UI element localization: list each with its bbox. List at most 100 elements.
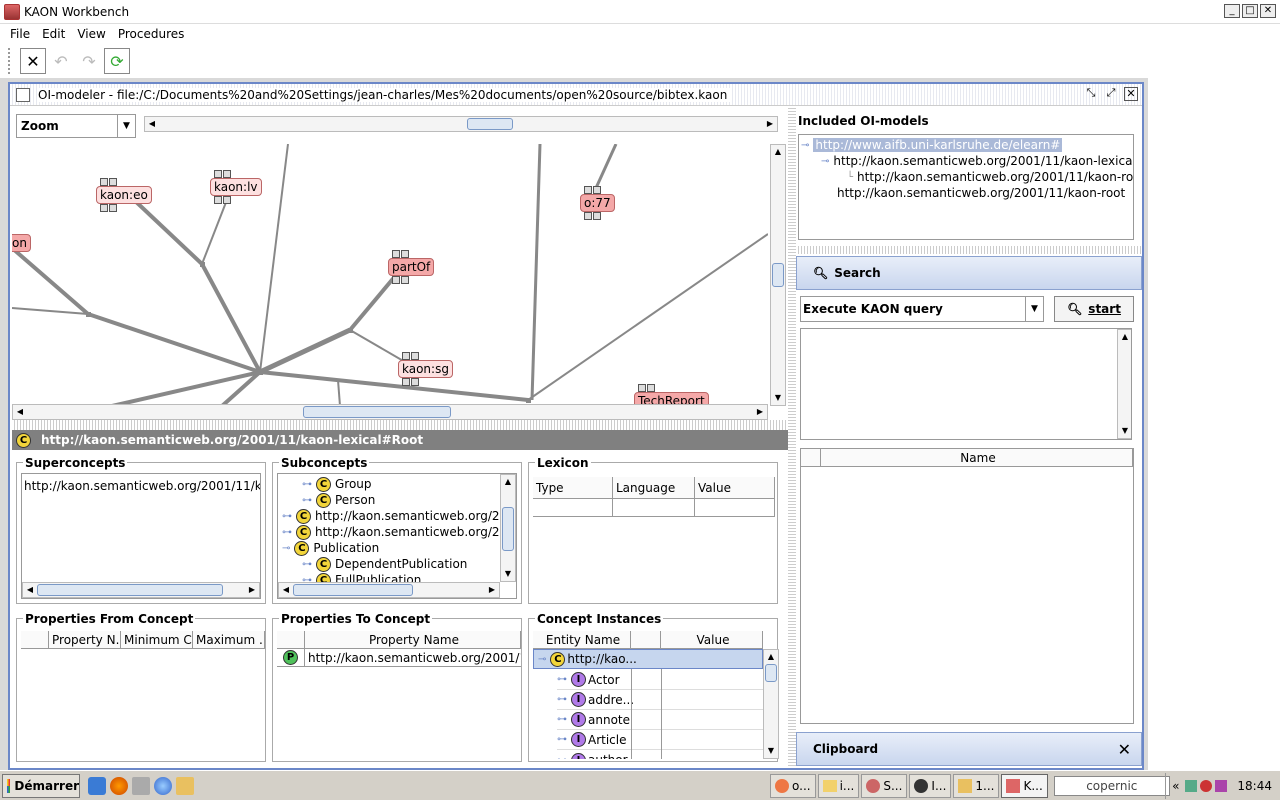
table-row[interactable]: [533, 499, 775, 517]
scroll-left-icon[interactable]: ◀: [23, 583, 37, 597]
subconcepts-vertical-scrollbar[interactable]: ▲ ▼: [500, 474, 516, 582]
firefox-icon[interactable]: [110, 776, 128, 795]
column-name[interactable]: Name: [821, 449, 1133, 467]
tree-item-uri-2[interactable]: ⊶ Chttp://kaon.semanticweb.org/2001/: [282, 524, 516, 540]
included-models-tree[interactable]: ⊸ http://www.aifb.uni-karlsruhe.de/elearn…: [798, 134, 1134, 240]
scroll-down-icon[interactable]: ▼: [501, 567, 515, 581]
node-controls[interactable]: [214, 170, 231, 178]
scroll-up-icon[interactable]: ▲: [501, 475, 515, 489]
scroll-right-icon[interactable]: ▶: [763, 117, 777, 131]
column-property-name[interactable]: Property N...: [49, 631, 121, 649]
menu-edit[interactable]: Edit: [42, 27, 65, 41]
search-section-header[interactable]: 🔍︎ Search: [796, 256, 1142, 290]
tree-item-author[interactable]: ⊶Iauthor: [557, 750, 763, 759]
concept-instances-tree[interactable]: ⊸ Chttp://kao... ⊶ I Actor ⊶ Iaddre... ⊶ Iann…: [533, 649, 763, 759]
delete-button[interactable]: ✕: [20, 48, 46, 74]
column-entity-name[interactable]: Entity Name: [533, 631, 631, 649]
maximize-button[interactable]: □: [1242, 4, 1258, 18]
undo-button[interactable]: ↶: [48, 48, 74, 74]
graph-node-o77[interactable]: o:77: [580, 194, 615, 212]
scroll-up-icon[interactable]: ▲: [771, 145, 785, 159]
node-controls[interactable]: [100, 178, 117, 186]
task-folder[interactable]: i...: [817, 773, 860, 798]
column-minimum-cardinality[interactable]: Minimum C...: [121, 631, 193, 649]
split-divider-right[interactable]: [796, 246, 1142, 254]
graph-node-on[interactable]: on: [12, 234, 31, 252]
refresh-button[interactable]: ⟳: [104, 48, 130, 74]
ie-icon[interactable]: [88, 776, 106, 795]
redo-button[interactable]: ↷: [76, 48, 102, 74]
horizontal-scroll-thumb[interactable]: [293, 584, 413, 596]
frame-maximize-button[interactable]: ⤢: [1104, 87, 1118, 101]
vertical-scroll-thumb[interactable]: [772, 263, 784, 287]
column-maximum-cardinality[interactable]: Maximum ...: [193, 631, 265, 649]
subconcepts-tree[interactable]: ⊶ C Group ⊶ C Person ⊶ Chttp://kaon.semanticw…: [277, 473, 517, 599]
scroll-right-icon[interactable]: ▶: [485, 583, 499, 597]
tool-icon[interactable]: [132, 776, 150, 795]
node-controls[interactable]: [402, 352, 419, 360]
node-controls[interactable]: [100, 204, 117, 212]
task-1[interactable]: 1...: [953, 773, 1000, 798]
graph-horizontal-scrollbar[interactable]: ◀ ▶: [12, 404, 768, 420]
tree-item-kaon-lexical[interactable]: ⊸ http://kaon.semanticweb.org/2001/11/kao…: [821, 153, 1133, 169]
graph-vertical-scrollbar[interactable]: ▲ ▼: [770, 144, 786, 406]
horizontal-scroll-thumb[interactable]: [37, 584, 223, 596]
task-kaon[interactable]: K...: [1001, 773, 1048, 798]
node-controls[interactable]: [392, 250, 409, 258]
graph-node-kaon-lv[interactable]: kaon:lv: [210, 178, 262, 196]
zoom-dropdown[interactable]: Zoom ▼: [16, 114, 136, 138]
task-s[interactable]: S...: [861, 773, 908, 798]
start-button[interactable]: Démarrer: [2, 773, 80, 798]
scroll-down-icon[interactable]: ▼: [771, 391, 785, 405]
concept-instances-scrollbar[interactable]: ▲ ▼: [763, 649, 779, 759]
copernic-search-box[interactable]: copernic: [1053, 775, 1170, 796]
scroll-left-icon[interactable]: ◀: [13, 405, 27, 419]
list-item[interactable]: http://kaon.semanticweb.org/2001/11/kaon…: [24, 478, 260, 494]
tree-item-uri-1[interactable]: ⊶ Chttp://kaon.semanticweb.org/2001/: [282, 508, 516, 524]
graph-node-partof[interactable]: partOf: [388, 258, 435, 276]
tree-item-kaon-root-nested[interactable]: └ http://kaon.semanticweb.org/2001/11/kao…: [847, 169, 1133, 185]
graph-canvas[interactable]: kaon:eo kaon:lv on partOf o:77 kaon:sg T…: [12, 144, 768, 406]
tray-expand-icon[interactable]: «: [1172, 779, 1179, 793]
tree-item-article[interactable]: ⊶ I Article: [557, 730, 763, 750]
column-value[interactable]: Value: [695, 477, 775, 499]
column-language[interactable]: Language: [613, 477, 695, 499]
query-type-dropdown[interactable]: Execute KAON query ▼: [800, 296, 1044, 322]
query-text-area[interactable]: ▲ ▼: [800, 328, 1132, 440]
subconcepts-horizontal-scrollbar[interactable]: ◀ ▶: [278, 582, 500, 598]
node-controls[interactable]: [214, 196, 231, 204]
toolbar-grip[interactable]: [8, 48, 14, 74]
tree-item-annote[interactable]: ⊶ Iannote: [557, 710, 763, 730]
zoom-slider-thumb[interactable]: [467, 118, 513, 130]
node-controls[interactable]: [402, 378, 419, 386]
scroll-down-icon[interactable]: ▼: [764, 744, 778, 758]
table-row[interactable]: P http://kaon.semanticweb.org/2001/11...: [277, 648, 521, 667]
split-divider-horizontal[interactable]: [12, 420, 788, 430]
superconcepts-scrollbar[interactable]: ◀ ▶: [22, 582, 260, 598]
tree-item-person[interactable]: ⊶ C Person: [302, 492, 375, 508]
menu-view[interactable]: View: [77, 27, 105, 41]
column-type[interactable]: Type: [533, 477, 613, 499]
menu-procedures[interactable]: Procedures: [118, 27, 185, 41]
close-button[interactable]: ✕: [1260, 4, 1276, 18]
chevron-down-icon[interactable]: ▼: [1025, 297, 1043, 321]
table-row-selected[interactable]: ⊸ Chttp://kao...: [533, 649, 763, 669]
superconcepts-list[interactable]: http://kaon.semanticweb.org/2001/11/kaon…: [21, 473, 261, 599]
scroll-right-icon[interactable]: ▶: [245, 583, 259, 597]
scroll-down-icon[interactable]: ▼: [1118, 424, 1131, 438]
task-firefox[interactable]: o...: [770, 773, 816, 798]
search-results-table[interactable]: Name: [800, 448, 1134, 724]
clipboard-section-header[interactable]: Clipboard ✕: [796, 732, 1142, 766]
graph-node-kaon-sg[interactable]: kaon:sg: [398, 360, 453, 378]
tree-item-group[interactable]: ⊶ C Group: [302, 476, 372, 492]
tray-icon[interactable]: [1185, 780, 1198, 792]
task-i[interactable]: I...: [909, 773, 952, 798]
tree-item-dependentpublication[interactable]: ⊶ C DependentPublication: [302, 556, 467, 572]
node-controls[interactable]: [638, 384, 655, 392]
tree-item-kaon-root[interactable]: http://kaon.semanticweb.org/2001/11/kaon…: [837, 185, 1125, 201]
close-icon[interactable]: ✕: [1118, 740, 1131, 759]
scroll-up-icon[interactable]: ▲: [1118, 330, 1131, 344]
graph-node-kaon-eo[interactable]: kaon:eo: [96, 186, 152, 204]
node-controls[interactable]: [584, 186, 601, 194]
column-value[interactable]: Value: [661, 631, 763, 649]
